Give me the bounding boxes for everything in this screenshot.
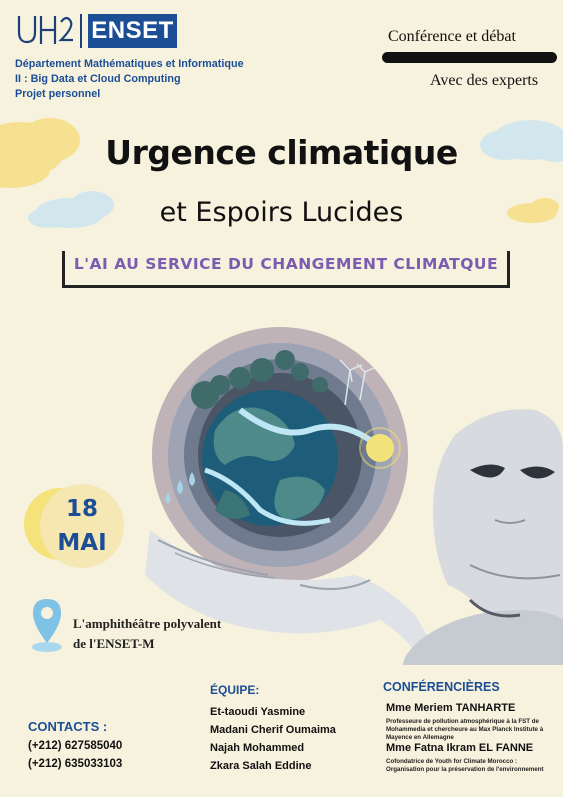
- contacts-list: (+212) 627585040 (+212) 635033103: [28, 737, 122, 773]
- earth-globe-illustration: [152, 327, 408, 583]
- main-title: Urgence climatique: [105, 133, 458, 172]
- phone-number: (+212) 635033103: [28, 758, 123, 770]
- event-type: Conférence et débat: [388, 28, 516, 45]
- team-heading: ÉQUIPE:: [210, 683, 260, 697]
- background-decor: [0, 118, 563, 665]
- team-list: Et-taoudi Yasmine Madani Cherif Oumaima …: [210, 703, 336, 775]
- robot-head-illustration: [403, 409, 563, 665]
- venue-line: de l'ENSET-M: [73, 636, 155, 651]
- poster: ENSET Département Mathématiques et Infor…: [0, 0, 563, 797]
- venue: L'amphithéâtre polyvalent de l'ENSET-M: [73, 614, 221, 654]
- speaker-description: Cofondatrice de Youth for Climate Morocc…: [386, 758, 544, 773]
- university-logo-icon: [17, 16, 73, 44]
- venue-line: L'amphithéâtre polyvalent: [73, 616, 222, 631]
- event-divider-bar: [382, 52, 557, 63]
- team-member: Zkara Salah Eddine: [210, 760, 312, 772]
- department-line: Département Mathématiques et Informatiqu…: [15, 58, 244, 70]
- phone-number: (+212) 627585040: [28, 740, 123, 752]
- sub-title: et Espoirs Lucides: [159, 197, 404, 228]
- logo-divider: [80, 14, 82, 48]
- team-member: Et-taoudi Yasmine: [210, 706, 306, 718]
- event-subtype: Avec des experts: [430, 72, 539, 89]
- speaker-description: Professeure de pollution atmosphérique à…: [386, 718, 544, 741]
- speakers-heading: CONFÉRENCIÈRES: [383, 680, 500, 694]
- department-info: Département Mathématiques et Informatiqu…: [15, 57, 244, 102]
- project-line: Projet personnel: [15, 88, 101, 100]
- date-day: 18: [65, 496, 98, 522]
- location-pin-icon: [32, 599, 62, 652]
- enset-logo: ENSET: [88, 14, 177, 48]
- banner-text: L'AI AU SERVICE DU CHANGEMENT CLIMATQUE: [73, 255, 499, 273]
- program-line: II : Big Data et Cloud Computing: [15, 73, 181, 85]
- speaker-name: Mme Meriem TANHARTE: [386, 702, 516, 714]
- contacts-heading: CONTACTS :: [28, 719, 108, 734]
- team-member: Najah Mohammed: [210, 742, 305, 754]
- date-month: MAI: [57, 530, 107, 556]
- speaker-name: Mme Fatna Ikram EL FANNE: [386, 742, 534, 754]
- team-member: Madani Cherif Oumaima: [210, 724, 336, 736]
